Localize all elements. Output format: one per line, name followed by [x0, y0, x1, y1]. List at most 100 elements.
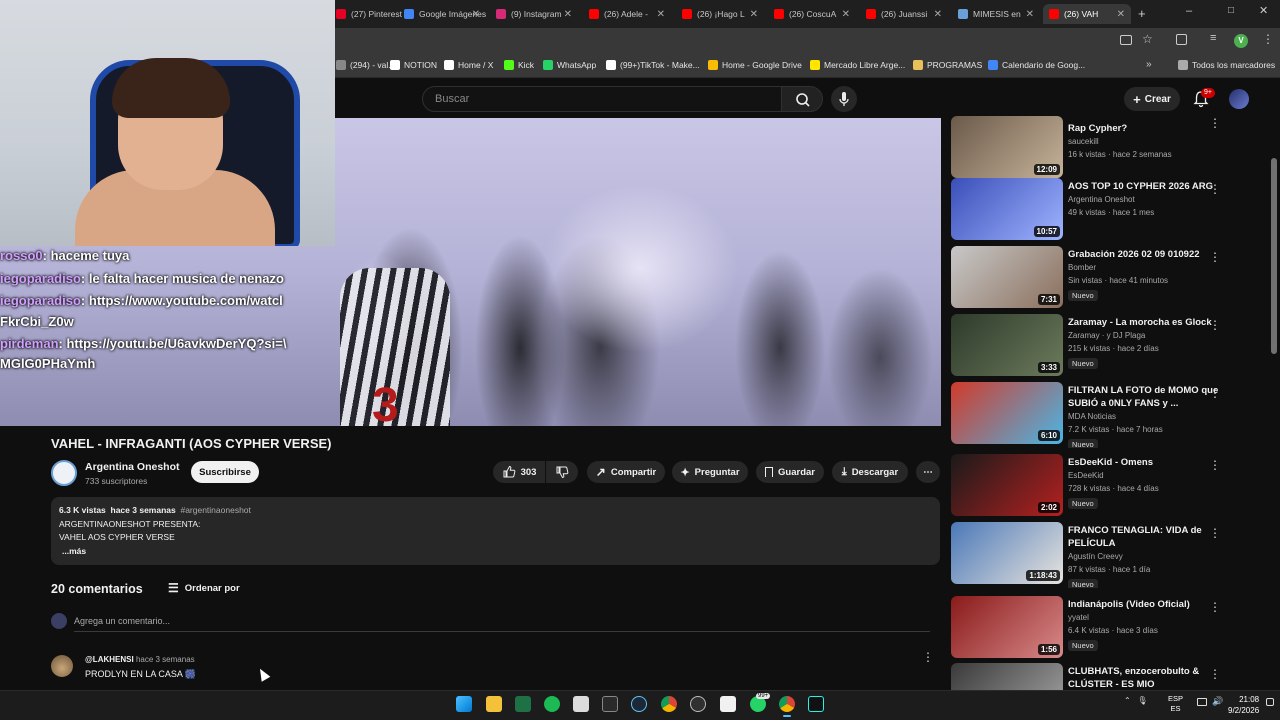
recommended-video[interactable]: 2:02 EsDeeKid - Omens EsDeeKid 728 k vistas…: [951, 454, 1241, 520]
minimize-button[interactable]: –: [1186, 5, 1192, 17]
account-avatar[interactable]: [1229, 89, 1249, 109]
save-button[interactable]: Guardar: [756, 461, 824, 483]
recommended-video-title[interactable]: CLUBHATS, enzocerobulto & CLÚSTER - ES M…: [1068, 665, 1223, 690]
recommended-channel[interactable]: EsDeeKid: [1068, 471, 1104, 480]
bookmark-item[interactable]: WhatsApp: [543, 60, 596, 70]
bookmark-star-icon[interactable]: ☆: [1142, 32, 1153, 46]
recommended-channel[interactable]: saucekill: [1068, 137, 1099, 146]
chrome-active-icon[interactable]: [779, 696, 795, 712]
tiktok-icon[interactable]: [808, 696, 824, 712]
file-explorer-icon[interactable]: [486, 696, 502, 712]
commenter-avatar[interactable]: [51, 655, 73, 677]
recommended-video-title[interactable]: EsDeeKid - Omens: [1068, 456, 1223, 469]
voice-search-button[interactable]: [831, 86, 857, 112]
recommended-video-title[interactable]: AOS TOP 10 CYPHER 2026 ARG: [1068, 180, 1223, 193]
tab-close-icon[interactable]: ✕: [842, 9, 850, 20]
recommended-video[interactable]: 12:09 Rap Cypher? saucekill 16 k vistas · h…: [951, 116, 1241, 182]
bookmark-item[interactable]: (99+)TikTok - Make...: [606, 60, 700, 70]
recommended-video-title[interactable]: FILTRAN LA FOTO de MOMO que SUBIÓ a 0NLY…: [1068, 384, 1223, 410]
system-tray[interactable]: ⌃ 🎙: [1124, 696, 1148, 705]
bookmark-item[interactable]: (294) - val...: [336, 60, 395, 70]
channel-name[interactable]: Argentina Oneshot: [85, 461, 180, 473]
video-thumbnail[interactable]: 2:02: [951, 454, 1063, 516]
recommended-menu-icon[interactable]: ⋮: [1209, 386, 1221, 400]
ask-button[interactable]: ✦ Preguntar: [672, 461, 748, 483]
bookmark-item[interactable]: NOTION: [390, 60, 437, 70]
windows-start-icon[interactable]: [456, 696, 472, 712]
bookmark-item[interactable]: PROGRAMAS: [913, 60, 982, 70]
tab-close-icon[interactable]: ✕: [472, 9, 480, 20]
recommended-video[interactable]: CLUBHATS, enzocerobulto & CLÚSTER - ES M…: [951, 663, 1241, 690]
steam-icon[interactable]: [631, 696, 647, 712]
browser-tab[interactable]: (26) Adele - ✕: [583, 4, 671, 24]
create-button[interactable]: + Crear: [1124, 87, 1180, 111]
video-thumbnail[interactable]: 1:56: [951, 596, 1063, 658]
sort-comments-button[interactable]: ☰ Ordenar por: [168, 581, 240, 595]
excel-icon[interactable]: [515, 696, 531, 712]
tab-close-icon[interactable]: ✕: [934, 9, 942, 20]
recommended-channel[interactable]: yyatel: [1068, 613, 1089, 622]
recommended-channel[interactable]: Zaramay · y DJ Plaga: [1068, 331, 1145, 340]
video-description[interactable]: 6.3 K vistas hace 3 semanas #argentinaon…: [51, 497, 940, 565]
show-more-link[interactable]: ...más: [59, 545, 932, 559]
recommended-video-title[interactable]: FRANCO TENAGLIA: VIDA de PELÍCULA: [1068, 524, 1223, 550]
page-scrollbar[interactable]: [1271, 158, 1277, 354]
recommended-menu-icon[interactable]: ⋮: [1209, 182, 1221, 196]
recommended-menu-icon[interactable]: ⋮: [1209, 458, 1221, 472]
bookmark-item[interactable]: Kick: [504, 60, 534, 70]
recommended-menu-icon[interactable]: ⋮: [1209, 250, 1221, 264]
comment-menu-icon[interactable]: ⋮: [922, 650, 934, 664]
recommended-menu-icon[interactable]: ⋮: [1209, 667, 1221, 681]
browser-tab[interactable]: (26) CoscuA ✕: [768, 4, 856, 24]
obs-icon[interactable]: [690, 696, 706, 712]
recommended-video[interactable]: 1:56 Indianápolis (Video Oficial) yyatel 6.…: [951, 596, 1241, 662]
profile-avatar[interactable]: V: [1234, 34, 1248, 48]
new-tab-button[interactable]: +: [1138, 6, 1146, 21]
tab-close-icon[interactable]: ✕: [750, 9, 758, 20]
bookmark-item[interactable]: Mercado Libre Arge...: [810, 60, 905, 70]
recommended-menu-icon[interactable]: ⋮: [1209, 526, 1221, 540]
recommended-menu-icon[interactable]: ⋮: [1209, 600, 1221, 614]
browser-menu-icon[interactable]: ⋮: [1262, 32, 1274, 46]
recommended-menu-icon[interactable]: ⋮: [1209, 116, 1221, 130]
network-icon[interactable]: [1197, 698, 1207, 706]
like-button[interactable]: 303: [493, 461, 545, 483]
browser-tab[interactable]: (26) ¡Hago L ✕: [676, 4, 764, 24]
tab-close-icon[interactable]: ✕: [657, 9, 665, 20]
maximize-button[interactable]: □: [1228, 5, 1234, 16]
more-actions-button[interactable]: ⋯: [916, 461, 940, 483]
media-icon[interactable]: ≡: [1210, 32, 1216, 44]
search-button[interactable]: [781, 86, 823, 112]
browser-tab[interactable]: MIMESIS en ✕: [952, 4, 1040, 24]
recommended-video-title[interactable]: Rap Cypher?: [1068, 122, 1223, 135]
recommended-video[interactable]: 10:57 AOS TOP 10 CYPHER 2026 ARG Argentina…: [951, 178, 1241, 244]
capcut-icon[interactable]: [720, 696, 736, 712]
all-bookmarks[interactable]: Todos los marcadores: [1178, 60, 1275, 70]
browser-tab[interactable]: Google Imágenes ✕: [398, 4, 486, 24]
browser-tab[interactable]: (9) Instagram ✕: [490, 4, 578, 24]
recommended-channel[interactable]: Agustín Creevy: [1068, 552, 1123, 561]
channel-avatar[interactable]: [51, 460, 77, 486]
video-thumbnail[interactable]: 3:33: [951, 314, 1063, 376]
tab-close-icon[interactable]: ✕: [1026, 9, 1034, 20]
recommended-video[interactable]: 1:18:43 FRANCO TENAGLIA: VIDA de PELÍCULA…: [951, 522, 1241, 588]
subscribe-button[interactable]: Suscribirse: [191, 461, 259, 483]
extensions-icon[interactable]: [1176, 34, 1187, 45]
chrome-icon[interactable]: [661, 696, 677, 712]
close-window-button[interactable]: ✕: [1259, 4, 1268, 17]
recommended-video[interactable]: 7:31 Grabación 2026 02 09 010922 Bomber Sin…: [951, 246, 1241, 312]
spotify-icon[interactable]: [544, 696, 560, 712]
bookmarks-overflow-icon[interactable]: »: [1146, 59, 1152, 70]
video-thumbnail[interactable]: 12:09: [951, 116, 1063, 178]
dislike-button[interactable]: [546, 461, 578, 483]
language-indicator[interactable]: ESP ES: [1168, 694, 1183, 714]
tab-close-icon[interactable]: ✕: [564, 9, 572, 20]
bookmark-item[interactable]: Calendario de Goog...: [988, 60, 1085, 70]
recommended-video[interactable]: 3:33 Zaramay - La morocha es Glock Zaramay…: [951, 314, 1241, 380]
epic-games-icon[interactable]: [602, 696, 618, 712]
tab-close-icon[interactable]: ✕: [1117, 9, 1125, 20]
download-button[interactable]: ⤓ Descargar: [832, 461, 908, 483]
system-clock[interactable]: 21:08 9/2/2026: [1228, 694, 1259, 716]
recommended-video-title[interactable]: Indianápolis (Video Oficial): [1068, 598, 1223, 611]
recommended-channel[interactable]: Bomber: [1068, 263, 1096, 272]
